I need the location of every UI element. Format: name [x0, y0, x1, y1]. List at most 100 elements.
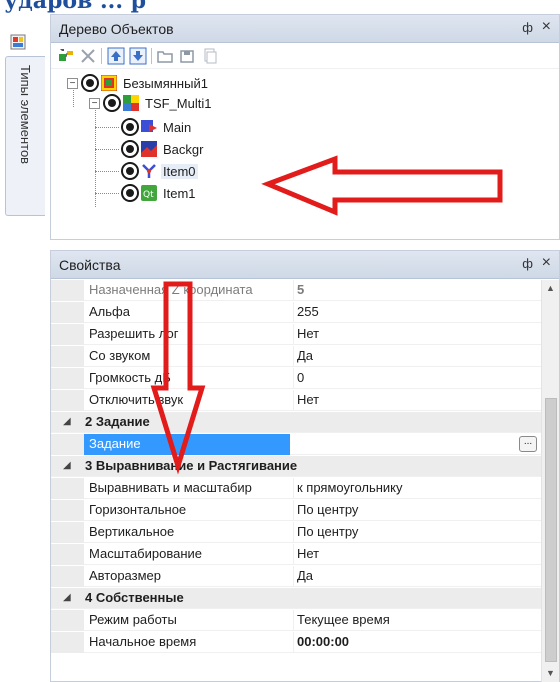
properties-panel: Свойства ф × Назначенная Z координата 5 …: [50, 250, 560, 682]
ellipsis-button[interactable]: ...: [519, 436, 537, 452]
close-icon[interactable]: ×: [542, 254, 551, 272]
pin-icon[interactable]: ф: [522, 256, 533, 271]
property-value[interactable]: Нет: [297, 326, 319, 341]
tree-node-label: Безымянный1: [123, 75, 208, 91]
property-row[interactable]: Вертикальное По центру: [51, 522, 541, 543]
property-name: Начальное время: [89, 634, 197, 649]
category-name: 2 Задание: [85, 414, 150, 429]
property-value[interactable]: 255: [297, 304, 319, 319]
save-icon[interactable]: [179, 47, 197, 65]
property-value[interactable]: 0: [297, 370, 304, 385]
qt-icon: Qt: [141, 185, 157, 201]
copy-icon[interactable]: [201, 47, 219, 65]
property-row[interactable]: Начальное время 00:00:00: [51, 632, 541, 653]
property-name: Назначенная Z координата: [89, 282, 253, 297]
collapse-icon[interactable]: −: [89, 97, 100, 109]
category-row[interactable]: ◢ 4 Собственные: [51, 588, 541, 609]
property-value[interactable]: 5: [297, 282, 304, 297]
property-row[interactable]: Горизонтальное По центру: [51, 500, 541, 521]
vertical-scrollbar[interactable]: ▲ ▼: [541, 280, 559, 682]
property-name: Выравнивать и масштабир: [89, 480, 252, 495]
add-object-icon[interactable]: [57, 47, 75, 65]
property-row[interactable]: Разрешить лог Нет: [51, 324, 541, 345]
multi-icon: [123, 95, 139, 111]
category-name: 4 Собственные: [85, 590, 184, 605]
scroll-thumb[interactable]: [545, 398, 557, 662]
visibility-eye-icon[interactable]: [121, 162, 139, 180]
property-name: Разрешить лог: [89, 326, 179, 341]
tree-node-project[interactable]: − Безымянный1: [67, 73, 210, 93]
category-row[interactable]: ◢ 3 Выравнивание и Растягивание: [51, 456, 541, 477]
visibility-eye-icon[interactable]: [121, 118, 139, 136]
object-tree: − Безымянный1 − TSF_Multi1 Main Backgr I…: [51, 69, 559, 239]
background-icon: [141, 141, 157, 157]
property-value[interactable]: 00:00:00: [297, 634, 349, 649]
property-value[interactable]: Нет: [297, 392, 319, 407]
tree-node-label: Main: [163, 119, 192, 135]
visibility-eye-icon[interactable]: [103, 94, 121, 112]
property-value[interactable]: По центру: [297, 502, 358, 517]
category-row[interactable]: ◢ 2 Задание: [51, 412, 541, 433]
property-row[interactable]: Громкость дБ 0: [51, 368, 541, 389]
tree-node-label: TSF_Multi1: [145, 95, 212, 111]
tree-node-label: Item0: [161, 163, 198, 179]
property-value[interactable]: к прямоугольнику: [297, 480, 403, 495]
property-row[interactable]: Выравнивать и масштабир к прямоугольнику: [51, 478, 541, 499]
object-tree-toolbar: [51, 43, 559, 69]
tree-node-item0[interactable]: Item0: [121, 161, 198, 181]
tree-node-item1[interactable]: Qt Item1: [121, 183, 198, 203]
property-name: Альфа: [89, 304, 130, 319]
property-value[interactable]: Нет: [297, 546, 319, 561]
project-icon: [101, 75, 117, 91]
property-grid: Назначенная Z координата 5 Альфа 255 Раз…: [51, 280, 541, 682]
properties-title: Свойства: [59, 257, 121, 273]
property-row[interactable]: Авторазмер Да: [51, 566, 541, 587]
category-name: 3 Выравнивание и Растягивание: [85, 458, 298, 473]
tree-node-main[interactable]: Main: [121, 117, 193, 137]
visibility-eye-icon[interactable]: [81, 74, 99, 92]
property-row[interactable]: Со звуком Да: [51, 346, 541, 367]
property-value[interactable]: Да: [297, 568, 313, 583]
scroll-up-icon[interactable]: ▲: [542, 280, 559, 297]
move-down-icon[interactable]: [129, 47, 147, 65]
svg-text:Qt: Qt: [143, 190, 154, 200]
property-name: Отключить звук: [89, 392, 184, 407]
object-tree-panel: Дерево Объектов ф × − Безымянный1 − TSF_…: [50, 14, 560, 240]
collapse-icon[interactable]: −: [67, 77, 78, 89]
move-up-icon[interactable]: [107, 47, 125, 65]
cut-heading-text: ударов ... р: [4, 0, 147, 14]
property-name: Со звуком: [89, 348, 151, 363]
tree-node-label: Item1: [163, 185, 196, 201]
element-types-tab-label: Типы элементов: [18, 65, 33, 165]
property-name: Громкость дБ: [89, 370, 171, 385]
collapse-arrow-icon[interactable]: ◢: [63, 592, 71, 603]
property-row[interactable]: Альфа 255: [51, 302, 541, 323]
left-toolbox-rail: Типы элементов: [0, 14, 45, 682]
top-cut-heading: ударов ... р: [0, 0, 560, 14]
property-value[interactable]: Да: [297, 348, 313, 363]
visibility-eye-icon[interactable]: [121, 140, 139, 158]
property-row[interactable]: Масштабирование Нет: [51, 544, 541, 565]
open-folder-icon[interactable]: [157, 47, 175, 65]
property-row[interactable]: Режим работы Текущее время: [51, 610, 541, 631]
delete-icon[interactable]: [79, 47, 97, 65]
object-tree-header: Дерево Объектов ф ×: [51, 15, 559, 43]
property-row[interactable]: Назначенная Z координата 5: [51, 280, 541, 301]
property-name: Режим работы: [89, 612, 177, 627]
property-row[interactable]: Отключить звук Нет: [51, 390, 541, 411]
property-value[interactable]: По центру: [297, 524, 358, 539]
pin-icon[interactable]: ф: [522, 20, 533, 35]
toolbox-icon[interactable]: [10, 34, 26, 50]
visibility-eye-icon[interactable]: [121, 184, 139, 202]
property-name: Задание: [84, 434, 290, 455]
collapse-arrow-icon[interactable]: ◢: [63, 460, 71, 471]
close-icon[interactable]: ×: [542, 18, 551, 36]
tree-node-backgr[interactable]: Backgr: [121, 139, 205, 159]
scroll-down-icon[interactable]: ▼: [542, 665, 559, 682]
property-value[interactable]: Текущее время: [297, 612, 390, 627]
element-types-tab[interactable]: Типы элементов: [5, 56, 45, 216]
property-name: Горизонтальное: [89, 502, 187, 517]
property-row-selected[interactable]: Задание ...: [51, 434, 541, 455]
tree-node-multi[interactable]: − TSF_Multi1: [89, 93, 213, 113]
collapse-arrow-icon[interactable]: ◢: [63, 416, 71, 427]
